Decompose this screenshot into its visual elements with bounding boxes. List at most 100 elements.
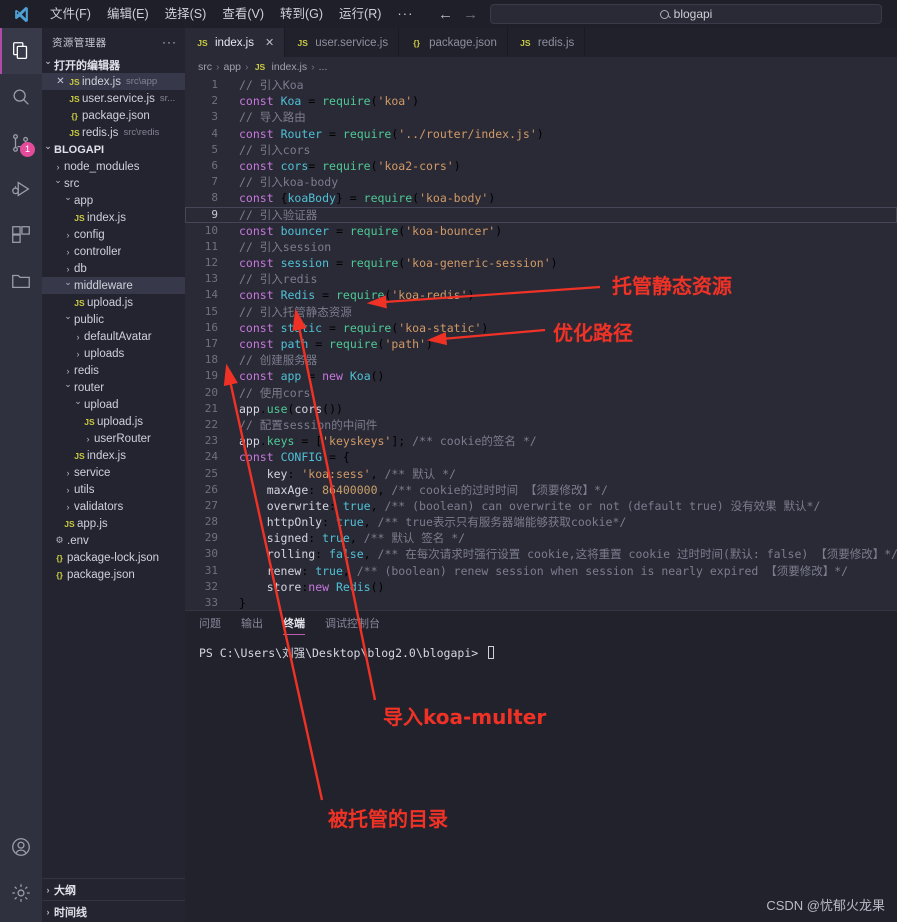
tree-item-router[interactable]: router [42, 379, 185, 396]
back-arrow-icon[interactable]: ← [438, 6, 453, 23]
js-file-icon: JS [74, 450, 85, 461]
tree-item--env[interactable]: ⚙ .env [42, 532, 185, 549]
tree-item-service[interactable]: service [42, 464, 185, 481]
panel-tab-debug-console[interactable]: 调试控制台 [325, 611, 380, 637]
tree-item-controller[interactable]: controller [42, 243, 185, 260]
tree-item-index-js[interactable]: JS index.js [42, 209, 185, 226]
tree-item-node-modules[interactable]: node_modules [42, 158, 185, 175]
menu-edit[interactable]: 编辑(E) [99, 0, 157, 28]
code-line: 27 overwrite: true, /** (boolean) can ov… [185, 498, 897, 514]
tree-item-label: upload.js [97, 415, 144, 428]
line-content: // 引入Koa [239, 78, 304, 92]
tree-item-redis[interactable]: redis [42, 362, 185, 379]
line-content: } [239, 596, 246, 610]
tree-item-uploads[interactable]: uploads [42, 345, 185, 362]
activity-item-remote-explorer[interactable] [0, 258, 42, 304]
open-editors-header[interactable]: 打开的编辑器 [42, 56, 185, 73]
menu-view[interactable]: 查看(V) [214, 0, 272, 28]
open-editor-item-redis-js[interactable]: JS redis.js src\redis [42, 124, 185, 141]
tab-redis-js[interactable]: JS redis.js [507, 28, 586, 57]
line-content: const Router = require('../router/index.… [239, 126, 544, 141]
tab-package-json[interactable]: {} package.json [399, 28, 508, 57]
breadcrumb-src[interactable]: src [198, 61, 212, 73]
tree-item-upload[interactable]: upload [42, 396, 185, 413]
terminal-body[interactable]: PS C:\Users\刘强\Desktop\blog2.0\blogapi> [185, 637, 897, 661]
line-number: 6 [211, 158, 218, 172]
breadcrumb-symbol[interactable]: ... [319, 61, 328, 73]
menu-go[interactable]: 转到(G) [272, 0, 331, 28]
breadcrumb-file[interactable]: index.js [272, 61, 308, 73]
tree-item-label: db [74, 262, 87, 275]
tree-item-app[interactable]: app [42, 192, 185, 209]
code-line: 11 // 引入session [185, 239, 897, 255]
activity-item-source-control[interactable]: 1 [0, 120, 42, 166]
section-outline[interactable]: 大纲 [42, 878, 185, 900]
code-line: 31 renew: true, /** (boolean) renew sess… [185, 563, 897, 579]
line-content: maxAge: 86400000, /** cookie的过时时间 【须要修改】… [266, 482, 608, 497]
tree-item-label: validators [74, 500, 124, 513]
activity-item-search[interactable] [0, 74, 42, 120]
activity-item-explorer[interactable] [0, 28, 42, 74]
menu-bar[interactable]: 文件(F) 编辑(E) 选择(S) 查看(V) 转到(G) 运行(R) ··· [42, 0, 421, 28]
line-content: // 引入cors [239, 142, 311, 157]
line-number: 14 [204, 288, 218, 302]
code-editor[interactable]: 1 // 引入Koa 2 const Koa = require('koa') 3 // … [185, 77, 897, 610]
activity-item-run-and-debug[interactable] [0, 166, 42, 212]
project-root-header[interactable]: BLOGAPI [42, 141, 185, 158]
js-file-icon: JS [254, 62, 266, 72]
chevron-down-icon [72, 399, 84, 410]
tree-item-app-js[interactable]: JS app.js [42, 515, 185, 532]
open-editor-label: index.js [82, 75, 121, 88]
activity-item-accounts[interactable] [0, 824, 42, 870]
close-icon[interactable]: ✕ [265, 36, 274, 49]
tree-item-defaultavatar[interactable]: defaultAvatar [42, 328, 185, 345]
line-content: // 使用cors [239, 385, 311, 400]
activity-item-settings[interactable] [0, 870, 42, 916]
tab-index-js[interactable]: JS index.js ✕ [185, 28, 286, 57]
tree-item-index-js[interactable]: JS index.js [42, 447, 185, 464]
terminal-prompt: PS C:\Users\刘强\Desktop\blog2.0\blogapi> [199, 646, 479, 660]
chevron-down-icon [52, 178, 64, 189]
explorer-actions-icon[interactable]: ··· [162, 35, 177, 49]
side-bar-explorer: 资源管理器 ··· 打开的编辑器 ✕ JS index.js src\app J… [42, 28, 185, 922]
code-line: 5 // 引入cors [185, 142, 897, 158]
menu-overflow[interactable]: ··· [389, 0, 421, 28]
panel-tab-problems[interactable]: 问题 [199, 611, 221, 637]
navigation-arrows[interactable]: ← → [438, 0, 478, 28]
tree-item-db[interactable]: db [42, 260, 185, 277]
menu-file[interactable]: 文件(F) [42, 0, 99, 28]
menu-run[interactable]: 运行(R) [331, 0, 389, 28]
panel-tab-output[interactable]: 输出 [241, 611, 263, 637]
tree-item-src[interactable]: src [42, 175, 185, 192]
open-editor-item-package-json[interactable]: {} package.json [42, 107, 185, 124]
forward-arrow-icon[interactable]: → [463, 6, 478, 23]
vscode-window: 文件(F) 编辑(E) 选择(S) 查看(V) 转到(G) 运行(R) ··· … [0, 0, 897, 922]
tree-item-upload-js[interactable]: JS upload.js [42, 294, 185, 311]
close-icon[interactable]: ✕ [54, 76, 67, 87]
section-outline-label: 大纲 [54, 884, 76, 897]
breadcrumb-app[interactable]: app [224, 61, 242, 73]
activity-item-extensions[interactable] [0, 212, 42, 258]
tree-item-userrouter[interactable]: userRouter [42, 430, 185, 447]
tab-user-service-js[interactable]: JS user.service.js [285, 28, 400, 57]
tree-item-package-lock-json[interactable]: {} package-lock.json [42, 549, 185, 566]
tree-item-middleware[interactable]: middleware [42, 277, 185, 294]
section-timeline[interactable]: 时间线 [42, 900, 185, 922]
open-editor-item-index-js[interactable]: ✕ JS index.js src\app [42, 73, 185, 90]
tree-item-package-json[interactable]: {} package.json [42, 566, 185, 583]
menu-select[interactable]: 选择(S) [157, 0, 215, 28]
tree-item-label: index.js [87, 211, 126, 224]
tree-item-utils[interactable]: utils [42, 481, 185, 498]
open-editor-item-user-service-js[interactable]: JS user.service.js sr... [42, 90, 185, 107]
tree-item-config[interactable]: config [42, 226, 185, 243]
tree-item-upload-js[interactable]: JS upload.js [42, 413, 185, 430]
explorer-header: 资源管理器 ··· [42, 28, 185, 56]
panel-tab-terminal[interactable]: 终端 [283, 611, 305, 637]
tree-item-public[interactable]: public [42, 311, 185, 328]
breadcrumb-separator: › [245, 61, 249, 73]
tree-item-label: index.js [87, 449, 126, 462]
code-line: 32 store:new Redis() [185, 579, 897, 595]
quick-search-input[interactable]: blogapi [490, 4, 882, 24]
breadcrumb[interactable]: src › app › JS index.js › ... [185, 57, 897, 77]
tree-item-validators[interactable]: validators [42, 498, 185, 515]
